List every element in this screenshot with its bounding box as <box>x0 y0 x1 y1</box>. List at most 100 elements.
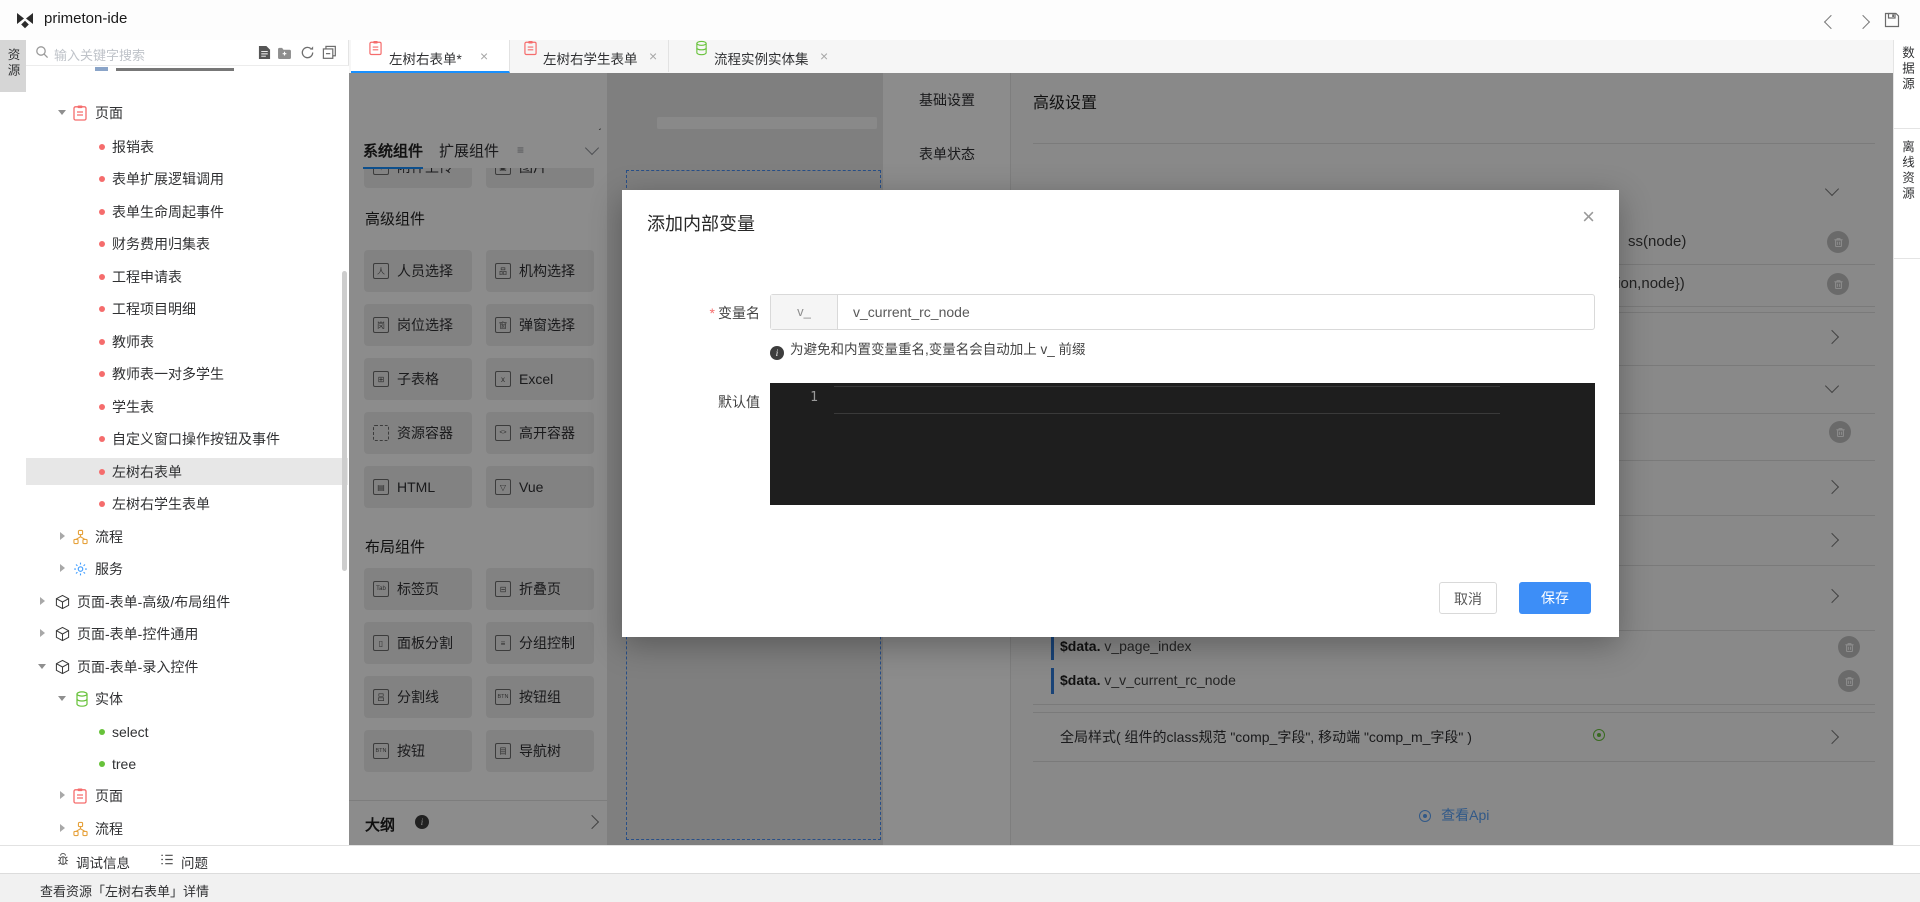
collapse-all-icon[interactable] <box>322 45 337 60</box>
resource-tree: 页面 报销表 表单扩展逻辑调用 表单生命周起事件 财务费用归集表 工程申请表 工… <box>26 66 350 845</box>
tab-left-tree-student-form[interactable]: 左树右学生表单 × <box>509 40 669 72</box>
tree-item[interactable]: select <box>26 718 348 745</box>
red-dot-icon <box>99 468 105 475</box>
bottom-panel-bar: 调试信息 问题 <box>0 845 1920 873</box>
process-icon <box>73 529 88 544</box>
caret-down-icon[interactable] <box>58 109 66 115</box>
close-icon[interactable]: × <box>820 49 828 63</box>
variable-prefix-addon: v_ <box>771 295 838 329</box>
close-icon[interactable]: × <box>649 49 657 63</box>
caret-right-icon[interactable] <box>60 823 65 832</box>
sidebar-scrollbar[interactable] <box>342 271 347 571</box>
caret-right-icon[interactable] <box>60 790 65 799</box>
save-button[interactable]: 保存 <box>1519 582 1591 614</box>
nav-forward-icon[interactable] <box>1855 14 1871 30</box>
caret-right-icon[interactable] <box>40 596 45 605</box>
database-icon <box>75 690 89 707</box>
package-icon <box>55 594 70 609</box>
rail-tab-resources[interactable]: 资源 <box>0 40 26 92</box>
tree-item-selected[interactable]: 左树右表单 <box>26 458 348 485</box>
left-rail: 资源 <box>0 40 27 873</box>
editor-active-line[interactable] <box>834 386 1500 414</box>
rail-tab-offline[interactable]: 离线资源 <box>1894 140 1920 207</box>
red-dot-icon <box>99 273 105 280</box>
red-dot-icon <box>99 208 105 215</box>
info-icon: i <box>770 346 784 360</box>
app-title: primeton-ide <box>44 10 128 27</box>
clipped-tree-row <box>95 67 108 71</box>
new-resource-icon[interactable] <box>258 45 271 60</box>
database-icon <box>695 40 708 56</box>
refresh-icon[interactable] <box>300 45 315 60</box>
right-rail: 数据源 离线资源 <box>1893 40 1920 845</box>
variable-name-input[interactable]: v_current_rc_node <box>853 295 970 329</box>
tab-process-entity-set[interactable]: 流程实例实体集 × <box>668 40 840 72</box>
tree-item-pages2[interactable]: 页面 <box>26 782 348 809</box>
tree-item[interactable]: 工程项目明细 <box>26 295 348 322</box>
form-icon <box>73 105 87 121</box>
package-icon <box>55 626 70 641</box>
caret-down-icon[interactable] <box>58 695 66 701</box>
tab-label: 流程实例实体集 <box>714 52 809 67</box>
search-input[interactable]: 输入关键字搜索 <box>54 45 145 64</box>
caret-right-icon[interactable] <box>40 628 45 637</box>
gear-icon <box>73 561 88 576</box>
form-icon <box>73 788 87 804</box>
red-dot-icon <box>99 338 105 345</box>
editor-tab-bar: 左树右表单* × 左树右学生表单 × 流程实例实体集 × <box>349 40 1893 74</box>
tree-item[interactable]: 工程申请表 <box>26 263 348 290</box>
tree-item-process2[interactable]: 流程 <box>26 815 348 842</box>
rail-tab-datasource[interactable]: 数据源 <box>1894 46 1920 98</box>
status-bar: 查看资源「左树右表单」详情 <box>0 873 1920 902</box>
tree-item[interactable]: 教师表一对多学生 <box>26 360 348 387</box>
red-dot-icon <box>99 370 105 377</box>
tree-item[interactable]: tree <box>26 750 348 777</box>
variable-name-input-group: v_ v_current_rc_node <box>770 294 1595 330</box>
tree-item-package[interactable]: 页面-表单-录入控件 <box>26 653 348 680</box>
caret-right-icon[interactable] <box>60 563 65 572</box>
default-value-code-editor[interactable]: 1 <box>770 383 1595 505</box>
rail-tab-offline-label: 离线资源 <box>1900 140 1914 202</box>
nav-back-icon[interactable] <box>1823 14 1839 30</box>
close-icon[interactable]: × <box>1582 206 1595 228</box>
tree-item-package[interactable]: 页面-表单-高级/布局组件 <box>26 588 348 615</box>
status-text: 查看资源「左树右表单」详情 <box>40 884 210 899</box>
tree-item[interactable]: 报销表 <box>26 133 348 160</box>
red-dot-icon <box>99 240 105 247</box>
tree-item[interactable]: 表单生命周起事件 <box>26 198 348 225</box>
form-icon <box>369 41 382 56</box>
process-icon <box>73 821 88 836</box>
tree-item[interactable]: 自定义窗口操作按钮及事件 <box>26 425 348 452</box>
tree-item[interactable]: 左树右学生表单 <box>26 490 348 517</box>
new-folder-icon[interactable] <box>277 47 292 59</box>
red-dot-icon <box>99 435 105 442</box>
tree-item-process[interactable]: 流程 <box>26 523 348 550</box>
app-window: primeton-ide 资源 数据源 离线资源 输入关键字搜索 页面 报销表 … <box>0 0 1920 902</box>
tree-item[interactable]: 表单扩展逻辑调用 <box>26 165 348 192</box>
save-icon[interactable] <box>1884 12 1900 28</box>
caret-down-icon[interactable] <box>38 663 46 669</box>
tab-left-tree-form[interactable]: 左树右表单* × <box>351 40 510 73</box>
title-bar: primeton-ide <box>0 0 1920 41</box>
red-dot-icon <box>99 143 105 150</box>
debug-icon <box>56 852 70 867</box>
required-asterisk: * <box>709 305 715 321</box>
debug-info-button[interactable]: 调试信息 <box>76 852 130 872</box>
tree-item-entity[interactable]: 实体 <box>26 685 348 712</box>
editor-gutter: 1 <box>770 383 834 505</box>
tree-item-pages[interactable]: 页面 <box>26 99 348 126</box>
red-dot-icon <box>99 305 105 312</box>
add-internal-variable-dialog: 添加内部变量 × * 变量名 v_ v_current_rc_node i 为避免和… <box>622 190 1619 637</box>
tree-item-package[interactable]: 页面-表单-控件通用 <box>26 620 348 647</box>
close-icon[interactable]: × <box>480 49 488 63</box>
tree-item[interactable]: 财务费用归集表 <box>26 230 348 257</box>
tab-label: 左树右学生表单 <box>543 52 638 67</box>
tab-label: 左树右表单* <box>389 52 462 67</box>
issues-button[interactable]: 问题 <box>181 852 208 872</box>
cancel-button[interactable]: 取消 <box>1439 582 1497 614</box>
tree-item-services[interactable]: 服务 <box>26 555 348 582</box>
tree-item[interactable]: 教师表 <box>26 328 348 355</box>
caret-right-icon[interactable] <box>60 531 65 540</box>
dialog-title: 添加内部变量 <box>647 214 755 234</box>
tree-item[interactable]: 学生表 <box>26 393 348 420</box>
